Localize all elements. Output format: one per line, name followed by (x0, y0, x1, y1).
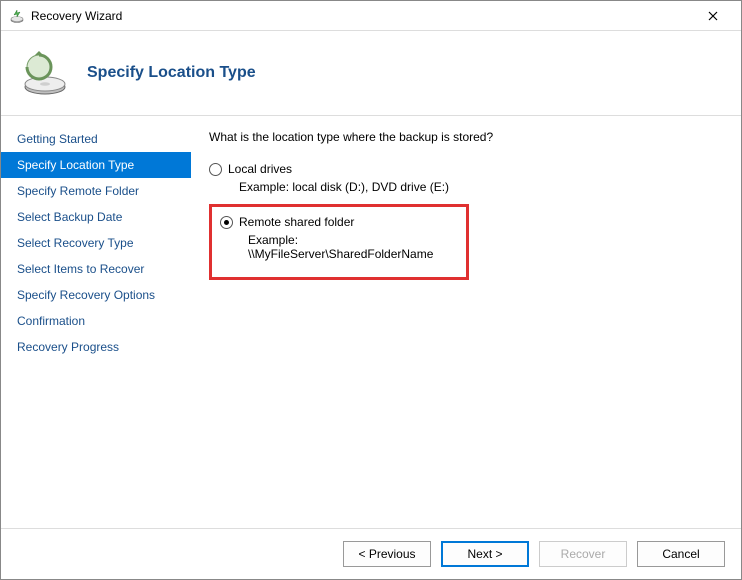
wizard-icon (9, 8, 25, 24)
close-button[interactable] (693, 2, 733, 30)
option-remote-shared-folder-label: Remote shared folder (239, 215, 354, 229)
sidebar-item-specify-remote-folder[interactable]: Specify Remote Folder (1, 178, 191, 204)
radio-local-drives[interactable] (209, 163, 222, 176)
option-local-drives-label: Local drives (228, 162, 292, 176)
sidebar-item-getting-started[interactable]: Getting Started (1, 126, 191, 152)
wizard-steps-sidebar: Getting Started Specify Location Type Sp… (1, 116, 191, 528)
cancel-button[interactable]: Cancel (637, 541, 725, 567)
option-remote-shared-folder[interactable]: Remote shared folder Example: \\MyFileSe… (218, 213, 460, 267)
sidebar-item-select-recovery-type[interactable]: Select Recovery Type (1, 230, 191, 256)
page-title: Specify Location Type (87, 64, 256, 82)
wizard-header: Specify Location Type (1, 31, 741, 115)
highlighted-selection: Remote shared folder Example: \\MyFileSe… (209, 204, 469, 280)
recovery-icon (21, 49, 69, 97)
next-button[interactable]: Next > (441, 541, 529, 567)
sidebar-item-confirmation[interactable]: Confirmation (1, 308, 191, 334)
wizard-footer: < Previous Next > Recover Cancel (1, 528, 741, 579)
sidebar-item-select-items-to-recover[interactable]: Select Items to Recover (1, 256, 191, 282)
window-title: Recovery Wizard (31, 9, 693, 23)
option-local-drives-example: Example: local disk (D:), DVD drive (E:) (239, 178, 723, 200)
previous-button[interactable]: < Previous (343, 541, 431, 567)
radio-remote-shared-folder[interactable] (220, 216, 233, 229)
location-type-question: What is the location type where the back… (209, 130, 723, 144)
sidebar-item-specify-location-type[interactable]: Specify Location Type (1, 152, 191, 178)
sidebar-item-recovery-progress[interactable]: Recovery Progress (1, 334, 191, 360)
sidebar-item-specify-recovery-options[interactable]: Specify Recovery Options (1, 282, 191, 308)
wizard-body: Getting Started Specify Location Type Sp… (1, 116, 741, 528)
recovery-wizard-window: Recovery Wizard Specify Location Type Ge… (0, 0, 742, 580)
option-local-drives[interactable]: Local drives Example: local disk (D:), D… (209, 160, 723, 200)
wizard-content: What is the location type where the back… (191, 116, 741, 528)
titlebar: Recovery Wizard (1, 1, 741, 31)
sidebar-item-select-backup-date[interactable]: Select Backup Date (1, 204, 191, 230)
option-remote-shared-folder-example: Example: \\MyFileServer\SharedFolderName (248, 231, 460, 267)
recover-button: Recover (539, 541, 627, 567)
